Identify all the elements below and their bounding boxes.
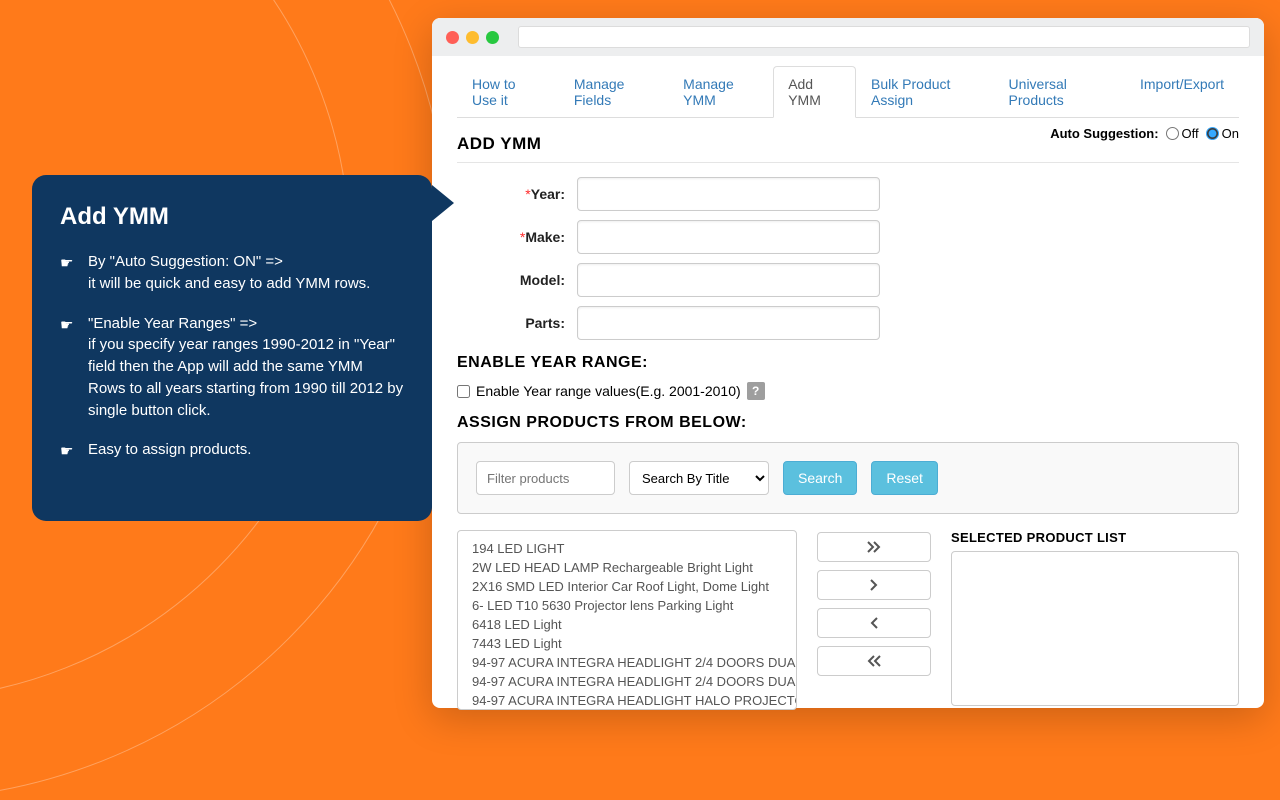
callout-title: Add YMM <box>60 203 404 231</box>
product-item[interactable]: 94-97 ACURA INTEGRA HEADLIGHT 2/4 DOORS … <box>458 672 796 691</box>
hand-point-icon: ☛ <box>60 253 78 295</box>
enable-year-range-title: ENABLE YEAR RANGE: <box>457 354 1239 372</box>
callout-point: ☛Easy to assign products. <box>60 439 404 463</box>
remove-button[interactable] <box>817 608 931 638</box>
product-item[interactable]: 194 LED LIGHT <box>458 539 796 558</box>
auto-suggestion-off[interactable]: Off <box>1166 126 1199 141</box>
add-all-button[interactable] <box>817 532 931 562</box>
chevron-right-icon <box>869 579 879 591</box>
product-item[interactable]: 2W LED HEAD LAMP Rechargeable Bright Lig… <box>458 558 796 577</box>
tab-add-ymm[interactable]: Add YMM <box>773 66 856 118</box>
make-input[interactable] <box>577 220 880 254</box>
parts-input[interactable] <box>577 306 880 340</box>
hand-point-icon: ☛ <box>60 315 78 422</box>
minimize-icon[interactable] <box>466 31 479 44</box>
address-bar[interactable] <box>518 26 1250 48</box>
tab-manage-ymm[interactable]: Manage YMM <box>668 66 773 118</box>
chevron-left-icon <box>869 617 879 629</box>
tab-how-to-use-it[interactable]: How to Use it <box>457 66 559 118</box>
callout-point: ☛"Enable Year Ranges" => if you specify … <box>60 313 404 422</box>
product-list[interactable]: 194 LED LIGHT2W LED HEAD LAMP Rechargeab… <box>457 530 797 710</box>
help-icon[interactable]: ? <box>747 382 765 400</box>
app-window: How to Use itManage FieldsManage YMMAdd … <box>432 18 1264 708</box>
product-item[interactable]: 94-97 ACURA INTEGRA HEADLIGHT 2/4 DOORS … <box>458 653 796 672</box>
add-button[interactable] <box>817 570 931 600</box>
hand-point-icon: ☛ <box>60 441 78 463</box>
transfer-buttons <box>817 530 931 710</box>
auto-suggestion-group: Auto Suggestion: Off On <box>1050 126 1239 141</box>
model-input[interactable] <box>577 263 880 297</box>
maximize-icon[interactable] <box>486 31 499 44</box>
product-item[interactable]: 2X16 SMD LED Interior Car Roof Light, Do… <box>458 577 796 596</box>
tab-import-export[interactable]: Import/Export <box>1125 66 1239 118</box>
product-item[interactable]: 6418 LED Light <box>458 615 796 634</box>
year-input[interactable] <box>577 177 880 211</box>
product-item[interactable]: 7443 LED Light <box>458 634 796 653</box>
product-item[interactable]: 6- LED T10 5630 Projector lens Parking L… <box>458 596 796 615</box>
enable-year-range-checkbox[interactable] <box>457 385 470 398</box>
reset-button[interactable]: Reset <box>871 461 938 495</box>
filter-box: Search By Title Search Reset <box>457 442 1239 514</box>
tab-universal-products[interactable]: Universal Products <box>994 66 1125 118</box>
tab-manage-fields[interactable]: Manage Fields <box>559 66 668 118</box>
enable-year-range-label: Enable Year range values(E.g. 2001-2010) <box>476 383 741 399</box>
search-button[interactable]: Search <box>783 461 857 495</box>
assign-products-title: ASSIGN PRODUCTS FROM BELOW: <box>457 414 1239 432</box>
callout-point: ☛By "Auto Suggestion: ON" => it will be … <box>60 251 404 295</box>
callout-pointer <box>432 185 454 221</box>
feature-callout: Add YMM ☛By "Auto Suggestion: ON" => it … <box>32 175 432 521</box>
auto-suggestion-on[interactable]: On <box>1206 126 1239 141</box>
window-chrome <box>432 18 1264 56</box>
double-chevron-left-icon <box>867 655 881 667</box>
double-chevron-right-icon <box>867 541 881 553</box>
close-icon[interactable] <box>446 31 459 44</box>
auto-suggestion-label: Auto Suggestion: <box>1050 126 1158 141</box>
selected-product-list[interactable] <box>951 551 1239 706</box>
tab-bar: How to Use itManage FieldsManage YMMAdd … <box>457 66 1239 118</box>
tab-bulk-product-assign[interactable]: Bulk Product Assign <box>856 66 994 118</box>
selected-list-title: SELECTED PRODUCT LIST <box>951 530 1239 545</box>
remove-all-button[interactable] <box>817 646 931 676</box>
filter-products-input[interactable] <box>476 461 615 495</box>
search-by-select[interactable]: Search By Title <box>629 461 769 495</box>
product-item[interactable]: 94-97 ACURA INTEGRA HEADLIGHT HALO PROJE… <box>458 691 796 710</box>
